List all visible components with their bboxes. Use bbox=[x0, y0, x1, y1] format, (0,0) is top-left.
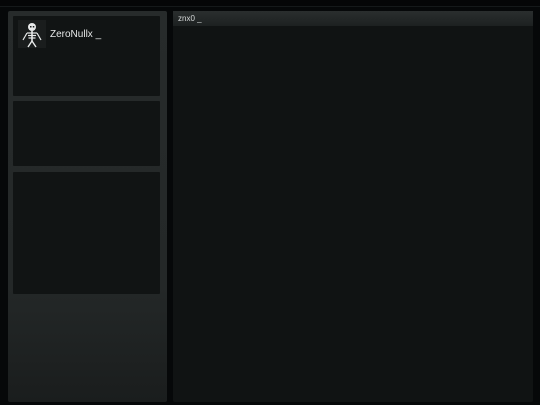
top-bar bbox=[0, 0, 540, 7]
skeleton-icon bbox=[18, 20, 46, 48]
profile-card: ZeroNullx _ bbox=[13, 16, 160, 96]
sidebar: ZeroNullx _ bbox=[8, 11, 167, 402]
avatar[interactable] bbox=[18, 20, 46, 48]
username: ZeroNullx _ bbox=[50, 29, 102, 40]
main-header: znx0 _ bbox=[173, 11, 533, 26]
sidebar-panel bbox=[13, 101, 160, 166]
sidebar-list-panel bbox=[13, 172, 160, 294]
main-title: znx0 _ bbox=[178, 14, 202, 23]
main-panel: znx0 _ bbox=[173, 11, 533, 402]
